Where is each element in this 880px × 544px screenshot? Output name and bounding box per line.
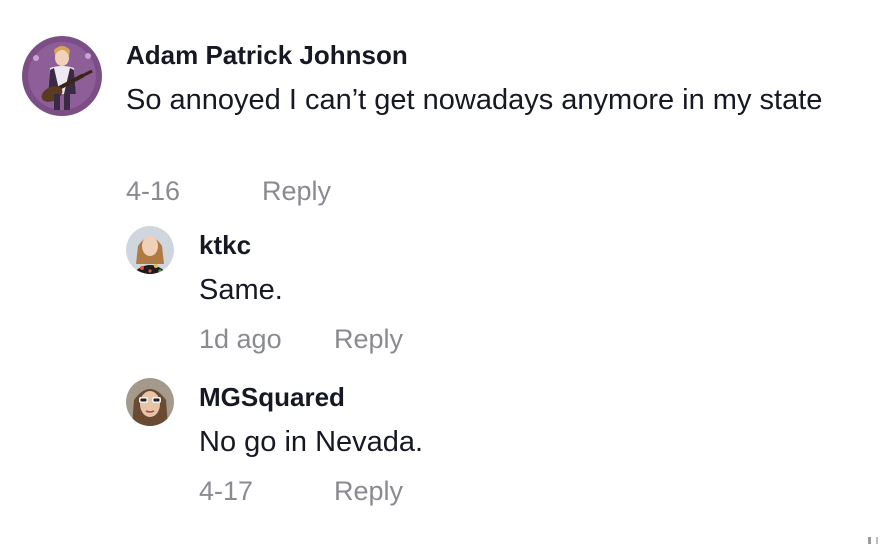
comment-date: 4-17 [199,476,254,506]
reply-button[interactable]: Reply [334,476,403,507]
comment-author[interactable]: ktkc [199,230,251,261]
comment-author[interactable]: Adam Patrick Johnson [126,40,408,71]
avatar[interactable] [126,226,174,274]
comment-thread: Adam Patrick Johnson So annoyed I can’t … [0,0,880,544]
comment-author[interactable]: MGSquared [199,382,345,413]
scrollbar-indicator [868,537,871,544]
comment-text: Same. [199,274,283,306]
guitarist-illustration-avatar [22,36,102,116]
comment-text: So annoyed I can’t get nowadays anymore … [126,84,823,116]
reply-button[interactable]: Reply [334,324,403,355]
comment-text: No go in Nevada. [199,426,424,458]
scrollbar-indicator [876,537,878,544]
woman-portrait-avatar [126,226,174,274]
comment-date: 1d ago [199,324,282,354]
reply-button[interactable]: Reply [262,176,331,207]
sunglasses-portrait-avatar [126,378,174,426]
comment-date: 4-16 [126,176,181,206]
avatar[interactable] [22,36,102,116]
avatar[interactable] [126,378,174,426]
